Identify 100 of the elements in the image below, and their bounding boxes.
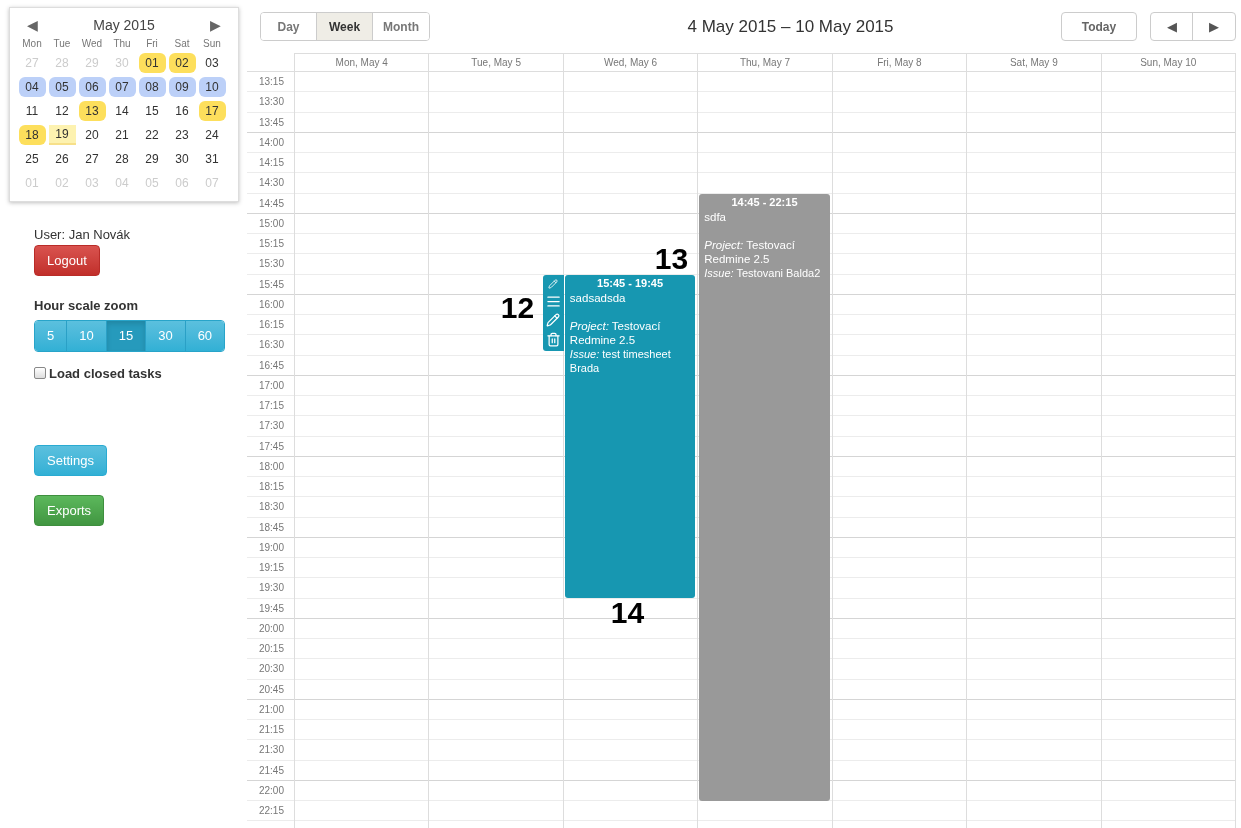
- day-header: Sun, May 10: [1100, 53, 1236, 71]
- date-range-title: 4 May 2015 – 10 May 2015: [687, 15, 894, 38]
- time-label: 20:30: [258, 662, 284, 677]
- day-cell[interactable]: 31: [198, 149, 226, 169]
- day-cell[interactable]: 25: [18, 149, 46, 169]
- zoom-label: Hour scale zoom: [34, 297, 139, 315]
- time-label: 14:45: [258, 196, 284, 211]
- day-cell[interactable]: 17: [198, 101, 226, 121]
- weekday-label: Fri: [145, 36, 159, 51]
- time-label: 16:00: [258, 297, 284, 312]
- view-tab[interactable]: Week: [317, 13, 373, 40]
- day-cell[interactable]: 16: [168, 101, 196, 121]
- day-header: Fri, May 8: [831, 53, 967, 71]
- time-label: 20:15: [258, 642, 284, 657]
- weekday-label: Mon: [21, 36, 43, 51]
- time-label: 14:00: [258, 135, 284, 150]
- day-cell[interactable]: 11: [18, 101, 46, 121]
- event-title: sadsadsda: [569, 291, 626, 305]
- day-cell[interactable]: 12: [48, 101, 76, 121]
- day-cell[interactable]: 27: [78, 149, 106, 169]
- time-label: 15:00: [258, 216, 284, 231]
- day-cell[interactable]: 26: [48, 149, 76, 169]
- day-cell[interactable]: 15: [138, 101, 166, 121]
- today-button[interactable]: Today: [1061, 12, 1137, 41]
- next-month-button[interactable]: ▶: [210, 14, 221, 36]
- day-cell[interactable]: 09: [168, 77, 196, 97]
- day-cell[interactable]: 28: [108, 149, 136, 169]
- time-label: 19:45: [258, 601, 284, 616]
- time-label: 17:45: [258, 439, 284, 454]
- edit-icon[interactable]: [546, 313, 561, 328]
- time-label: 18:00: [258, 459, 284, 474]
- weekday-label: Sat: [173, 36, 191, 51]
- checkbox-label: Load closed tasks: [49, 364, 162, 383]
- time-label: 18:45: [258, 520, 284, 535]
- event-issue: Issue: Testovani Balda2: [704, 266, 821, 280]
- time-label: 13:15: [258, 75, 284, 90]
- time-label: 19:30: [258, 581, 284, 596]
- time-label: 22:15: [258, 804, 284, 819]
- weekday-label: Thu: [112, 36, 132, 51]
- view-tab[interactable]: Day: [261, 13, 317, 40]
- day-cell[interactable]: 21: [108, 125, 136, 145]
- weekday-label: Tue: [52, 36, 72, 51]
- day-cell[interactable]: 13: [78, 101, 106, 121]
- day-header: Mon, May 4: [294, 53, 429, 71]
- day-cell[interactable]: 23: [168, 125, 196, 145]
- time-label: 13:30: [258, 95, 284, 110]
- time-label: 18:30: [258, 500, 284, 515]
- user-label: User: Jan Novák: [34, 227, 131, 243]
- time-label: 20:45: [258, 682, 284, 697]
- time-label: 21:15: [258, 723, 284, 738]
- trash-icon[interactable]: [545, 331, 561, 347]
- day-cell[interactable]: 14: [108, 101, 136, 121]
- day-cell[interactable]: 07: [108, 77, 136, 97]
- callout-number: 13: [654, 244, 689, 274]
- day-cell[interactable]: 22: [138, 125, 166, 145]
- checkbox[interactable]: [34, 367, 46, 380]
- list-icon[interactable]: [545, 293, 561, 309]
- weekday-label: Sun: [202, 36, 222, 51]
- time-label: 17:00: [258, 378, 284, 393]
- day-cell[interactable]: 08: [138, 77, 166, 97]
- callout-number: 14: [610, 598, 645, 628]
- event-issue: Issue: test timesheet Brada: [569, 347, 672, 375]
- time-label: 19:15: [258, 561, 284, 576]
- day-cell[interactable]: 02: [168, 53, 196, 73]
- time-label: 22:00: [258, 783, 284, 798]
- time-label: 16:30: [258, 338, 284, 353]
- day-header: Tue, May 5: [428, 53, 563, 71]
- day-header: Wed, May 6: [562, 53, 698, 71]
- day-cell[interactable]: 20: [78, 125, 106, 145]
- next-button[interactable]: ▶: [1193, 13, 1235, 40]
- day-header: Sat, May 9: [966, 53, 1101, 71]
- time-label: 13:45: [258, 115, 284, 130]
- day-cell[interactable]: 24: [198, 125, 226, 145]
- time-label: 14:15: [258, 156, 284, 171]
- previous-button[interactable]: ◀: [1151, 13, 1193, 40]
- time-label: 21:30: [258, 743, 284, 758]
- edit-icon[interactable]: [548, 279, 559, 290]
- prev-month-button[interactable]: ◀: [27, 14, 38, 36]
- day-cell[interactable]: 18: [18, 125, 46, 145]
- day-cell[interactable]: 03: [198, 53, 226, 73]
- time-label: 21:45: [258, 763, 284, 778]
- day-cell[interactable]: 10: [198, 77, 226, 97]
- day-cell[interactable]: 29: [138, 149, 166, 169]
- event-time: 14:45 - 22:15: [731, 195, 798, 209]
- month-title: May 2015: [93, 15, 155, 35]
- day-header: Thu, May 7: [697, 53, 832, 71]
- time-label: 18:15: [258, 480, 284, 495]
- time-label: 17:30: [258, 419, 284, 434]
- time-label: 16:15: [258, 318, 284, 333]
- time-label: 21:00: [258, 702, 284, 717]
- day-cell[interactable]: 19: [48, 125, 76, 145]
- day-cell[interactable]: 30: [168, 149, 196, 169]
- day-cell[interactable]: 01: [138, 53, 166, 73]
- day-cell[interactable]: 06: [78, 77, 106, 97]
- time-label: 14:30: [258, 176, 284, 191]
- logout-button[interactable]: Logout: [34, 245, 100, 276]
- callout-number: 12: [500, 293, 535, 323]
- day-cell[interactable]: 04: [18, 77, 46, 97]
- day-cell[interactable]: 05: [48, 77, 76, 97]
- weekday-label: Wed: [80, 36, 104, 51]
